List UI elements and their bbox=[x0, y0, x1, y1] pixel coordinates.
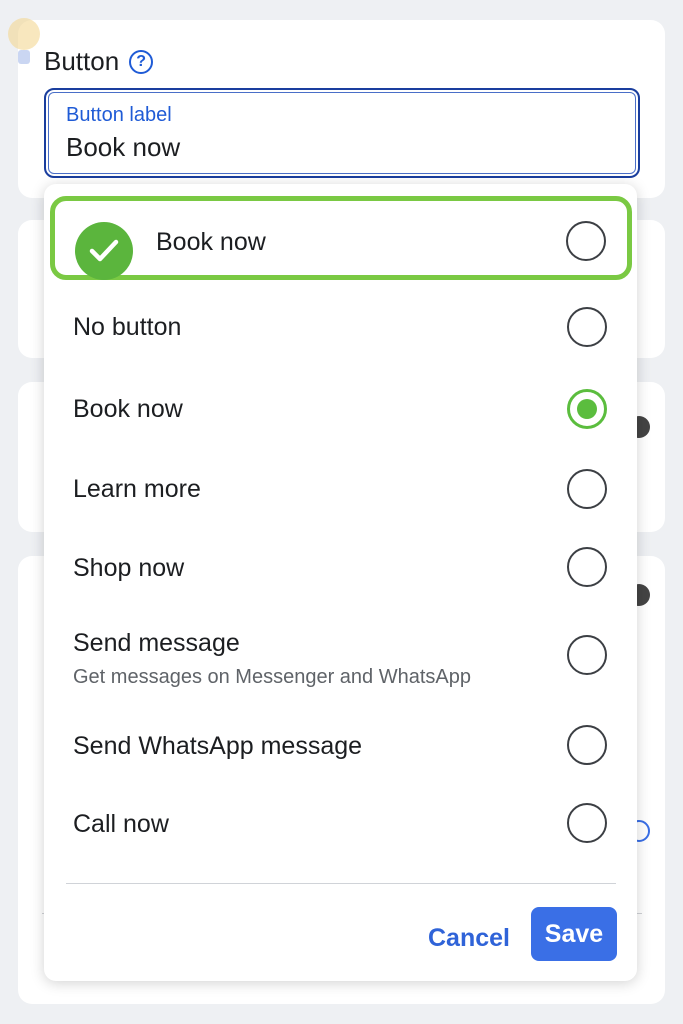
option-label: Learn more bbox=[73, 475, 201, 503]
highlighted-option[interactable]: Book now bbox=[50, 196, 632, 280]
option-send-message[interactable]: Send message Get messages on Messenger a… bbox=[44, 614, 637, 704]
option-shop-now[interactable]: Shop now bbox=[44, 534, 637, 604]
help-icon[interactable]: ? bbox=[129, 49, 154, 74]
option-radio[interactable] bbox=[567, 307, 607, 347]
option-radio[interactable] bbox=[567, 469, 607, 509]
option-no-button[interactable]: No button bbox=[44, 294, 637, 364]
actions-divider bbox=[66, 883, 616, 884]
option-call-now[interactable]: Call now bbox=[44, 790, 637, 860]
watermark-logo bbox=[8, 18, 40, 64]
section-header: Button ? bbox=[44, 46, 154, 77]
option-sublabel: Get messages on Messenger and WhatsApp bbox=[73, 666, 471, 688]
option-radio[interactable] bbox=[567, 725, 607, 765]
highlighted-option-radio[interactable] bbox=[566, 221, 606, 261]
highlighted-option-label: Book now bbox=[156, 228, 266, 256]
button-label-field[interactable]: Button label Book now bbox=[44, 88, 640, 178]
section-title: Button bbox=[44, 46, 120, 76]
button-label-value: Book now bbox=[66, 132, 181, 162]
option-radio[interactable] bbox=[567, 547, 607, 587]
option-radio[interactable] bbox=[567, 635, 607, 675]
check-icon bbox=[89, 239, 119, 262]
option-radio-selected[interactable] bbox=[567, 389, 607, 429]
option-learn-more[interactable]: Learn more bbox=[44, 456, 637, 526]
option-label: Send message bbox=[73, 629, 240, 657]
option-label: Shop now bbox=[73, 554, 185, 582]
option-book-now[interactable]: Book now bbox=[44, 376, 637, 446]
option-send-whatsapp-message[interactable]: Send WhatsApp message bbox=[44, 712, 637, 782]
option-radio[interactable] bbox=[567, 803, 607, 843]
check-badge bbox=[75, 222, 133, 280]
option-label: No button bbox=[73, 313, 182, 341]
option-label: Book now bbox=[73, 395, 183, 423]
option-label: Send WhatsApp message bbox=[73, 732, 363, 760]
button-label-caption: Button label bbox=[66, 104, 172, 126]
option-label: Call now bbox=[73, 810, 169, 838]
cancel-button[interactable]: Cancel bbox=[414, 918, 524, 958]
button-type-dropdown: Book now No button Book now Learn more S… bbox=[44, 184, 637, 981]
save-button[interactable]: Save bbox=[531, 907, 617, 961]
